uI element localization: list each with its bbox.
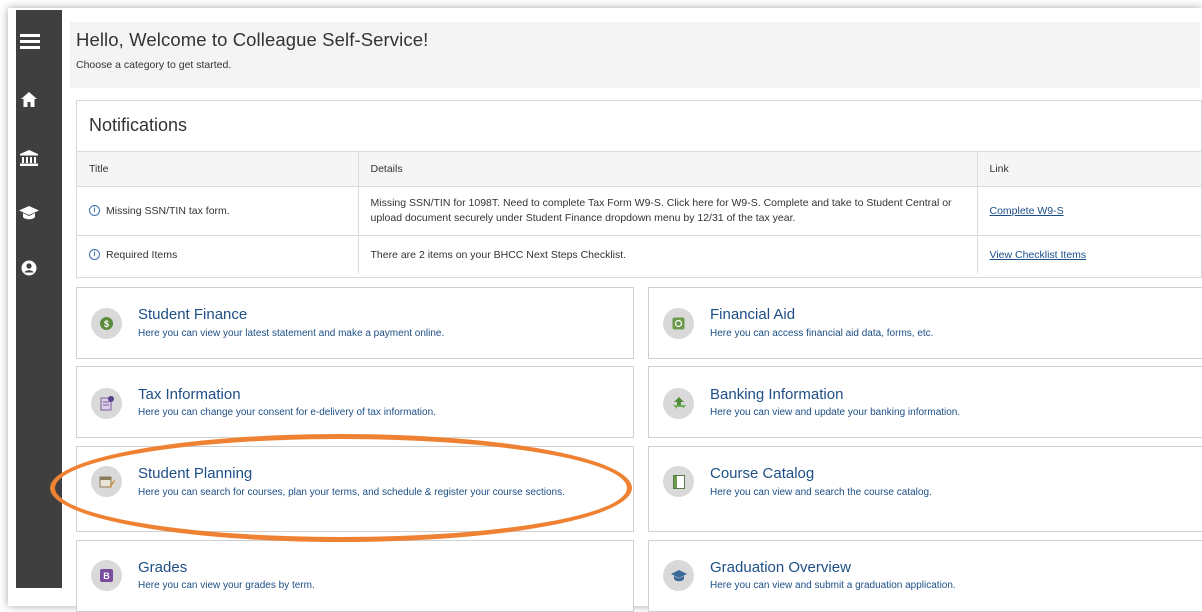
notification-title-cell: i Required Items: [77, 235, 359, 274]
tile-course-catalog[interactable]: Course Catalog Here you can view and sea…: [648, 446, 1202, 532]
tile-description: Here you can access financial aid data, …: [710, 328, 934, 339]
tile-description: Here you can view your grades by term.: [138, 580, 315, 591]
bank-icon[interactable]: [16, 145, 42, 171]
tile-tax-information[interactable]: Tax Information Here you can change your…: [76, 366, 634, 438]
complete-w9s-link[interactable]: Complete W9-S: [990, 205, 1064, 217]
table-row: i Required Items There are 2 items on you…: [77, 235, 1201, 275]
info-icon: i: [89, 249, 100, 261]
svg-text:$: $: [104, 319, 109, 329]
notification-title: Required Items: [106, 248, 178, 261]
column-header-title: Title: [77, 151, 359, 187]
notification-details: There are 2 items on your BHCC Next Step…: [358, 235, 978, 274]
tile-description: Here you can view and update your bankin…: [710, 407, 961, 418]
home-icon[interactable]: [16, 86, 42, 112]
column-header-details: Details: [358, 151, 978, 187]
tile-description: Here you can view and search the course …: [710, 487, 932, 498]
notifications-title: Notifications: [89, 115, 188, 135]
tile-student-planning[interactable]: Student Planning Here you can search for…: [76, 446, 634, 532]
tile-grades[interactable]: B Grades Here you can view your grades b…: [76, 540, 634, 612]
tile-title: Banking Information: [710, 386, 844, 403]
tile-title: Graduation Overview: [710, 559, 851, 576]
tile-title: Grades: [138, 559, 188, 576]
book-icon: [663, 466, 694, 497]
user-icon[interactable]: [16, 255, 42, 281]
tax-document-icon: [91, 388, 122, 419]
tile-description: Here you can view and submit a graduatio…: [710, 580, 956, 591]
view-checklist-items-link[interactable]: View Checklist Items: [990, 249, 1087, 261]
tile-description: Here you can search for courses, plan yo…: [138, 487, 565, 498]
svg-text:B: B: [103, 571, 110, 581]
money-icon: [663, 308, 694, 339]
recycle-money-icon: [663, 388, 694, 419]
grade-letter-icon: B: [91, 560, 122, 591]
table-row: i Missing SSN/TIN tax form. Missing SSN/T…: [77, 186, 1201, 236]
sidebar: [16, 10, 62, 588]
graduation-cap-icon[interactable]: [16, 200, 42, 226]
tile-title: Student Finance: [138, 306, 248, 323]
menu-icon[interactable]: [17, 28, 43, 54]
notification-title-cell: i Missing SSN/TIN tax form.: [77, 186, 359, 236]
tile-title: Financial Aid: [710, 306, 796, 323]
tile-graduation-overview[interactable]: Graduation Overview Here you can view an…: [648, 540, 1202, 612]
tile-financial-aid[interactable]: Financial Aid Here you can access financ…: [648, 287, 1202, 359]
tile-title: Course Catalog: [710, 465, 815, 482]
table-header-row: Title Details Link: [77, 151, 1201, 187]
notification-details: Missing SSN/TIN for 1098T. Need to compl…: [358, 186, 978, 236]
graduation-cap-icon: [663, 560, 694, 591]
page-subtitle: Choose a category to get started.: [76, 59, 232, 71]
notifications-panel: Notifications Title Details Link i Missin…: [76, 100, 1202, 278]
tile-title: Student Planning: [138, 465, 253, 482]
column-header-link: Link: [977, 151, 1201, 187]
tile-description: Here you can view your latest statement …: [138, 328, 445, 339]
dollar-icon: $: [91, 308, 122, 339]
tile-student-finance[interactable]: $ Student Finance Here you can view your…: [76, 287, 634, 359]
notification-title: Missing SSN/TIN tax form.: [106, 204, 230, 217]
info-icon: i: [89, 205, 100, 217]
notification-link-cell: Complete W9-S: [977, 186, 1201, 236]
page-title: Hello, Welcome to Colleague Self-Service…: [76, 29, 429, 50]
tile-title: Tax Information: [138, 386, 241, 403]
calendar-pencil-icon: [91, 466, 122, 497]
welcome-banner: Hello, Welcome to Colleague Self-Service…: [70, 22, 1200, 88]
tile-banking-information[interactable]: Banking Information Here you can view an…: [648, 366, 1202, 438]
notification-link-cell: View Checklist Items: [977, 236, 1201, 275]
tile-description: Here you can change your consent for e-d…: [138, 407, 436, 418]
notifications-table: Title Details Link i Missing SSN/TIN tax …: [77, 151, 1201, 274]
